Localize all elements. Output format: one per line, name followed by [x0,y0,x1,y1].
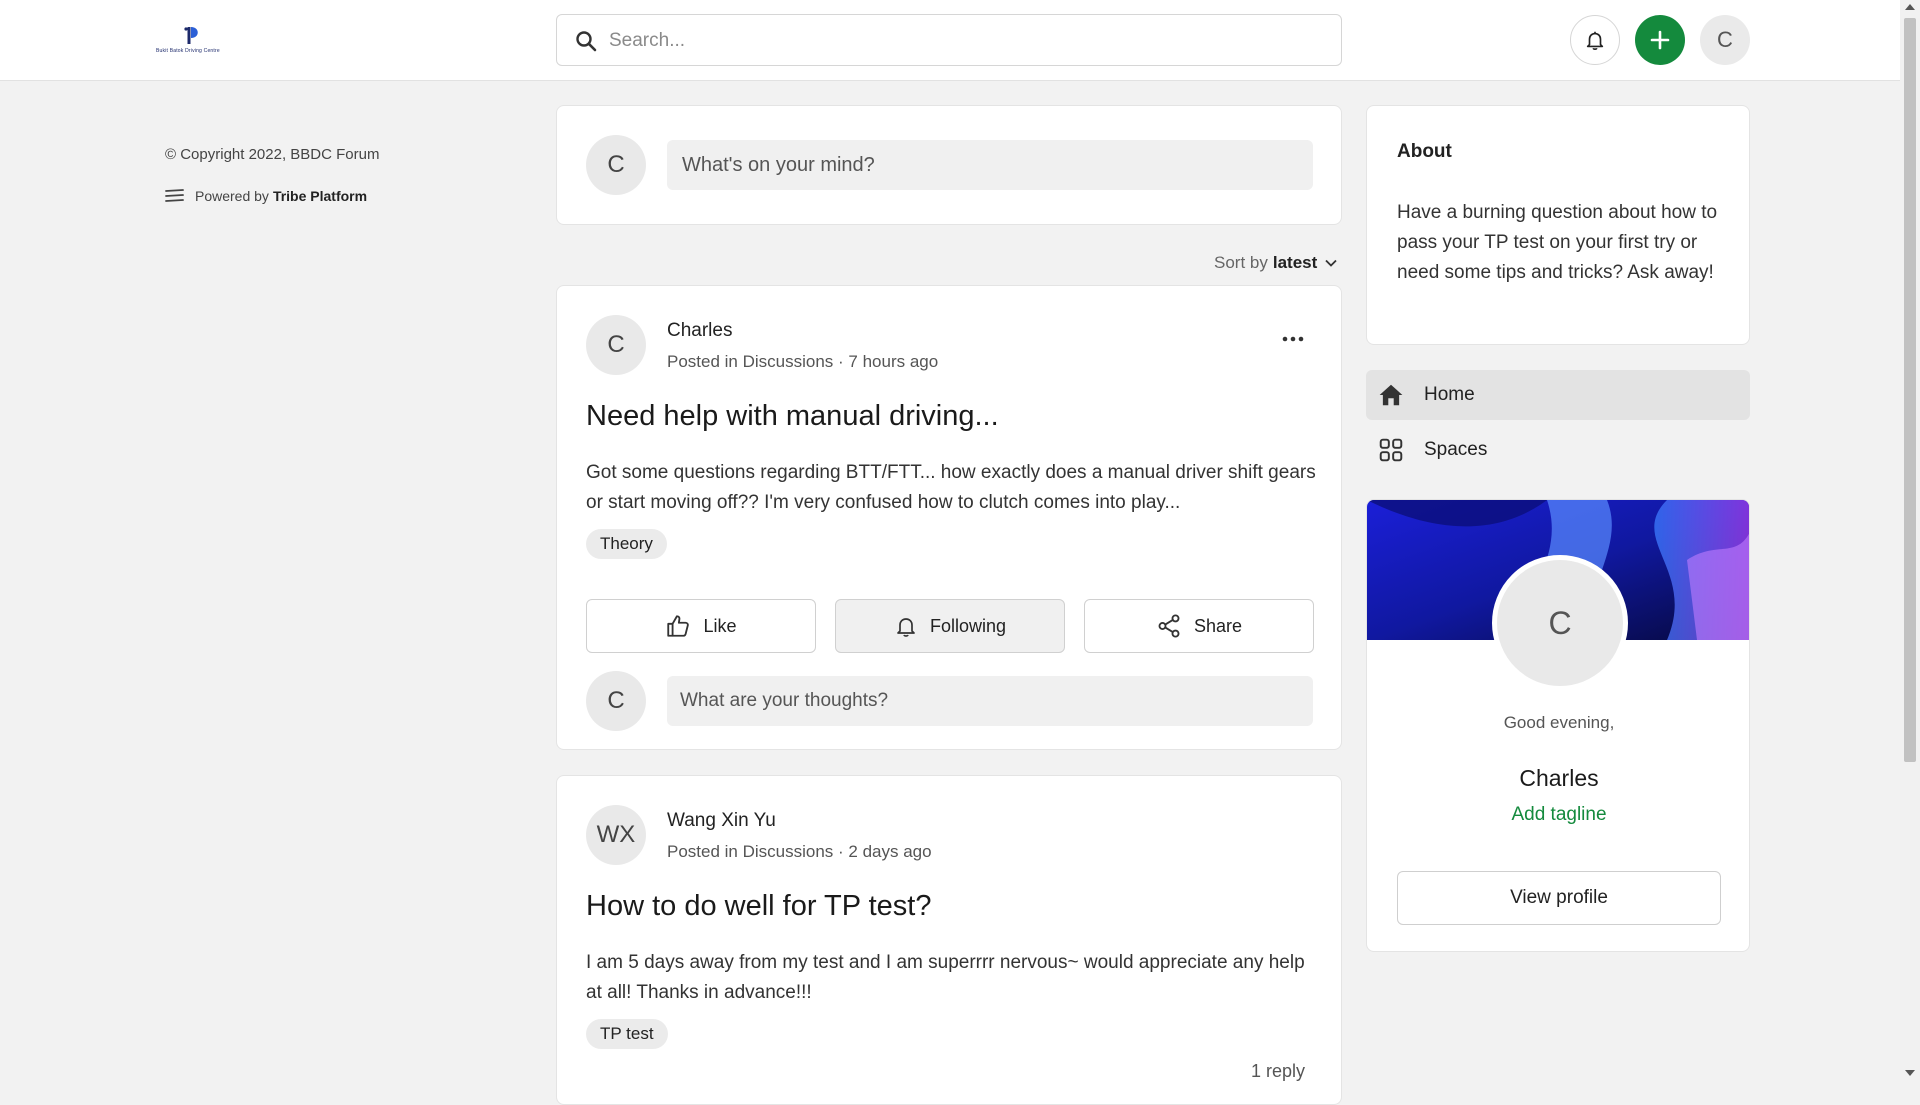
greeting-text: Good evening, [1503,713,1615,732]
grid-icon [1379,438,1403,462]
view-profile-button[interactable]: View profile [1397,871,1721,925]
scroll-up-arrow-icon[interactable] [1905,4,1915,10]
bell-icon [897,618,915,637]
author-avatar[interactable]: C [586,315,646,375]
post-author[interactable]: Wang Xin Yu [667,810,776,832]
like-button[interactable]: Like [586,599,816,653]
scrollbar-thumb[interactable] [1904,18,1916,762]
post-title[interactable]: Need help with manual driving... [586,400,999,433]
about-text: Have a burning question about how to pas… [1397,202,1718,283]
share-label: Share [1193,615,1243,636]
top-navbar: Bukit Batok Driving Centre C [0,0,1900,81]
share-icon [1158,614,1180,638]
sort-value: latest [1272,253,1318,272]
nav-spaces-label: Spaces [1424,439,1488,460]
post-body: Got some questions regarding BTT/FTT... … [586,462,1316,513]
search-box[interactable] [556,14,1342,66]
sort-label: Sort by [1214,253,1268,272]
user-menu-avatar[interactable]: C [1700,15,1750,65]
home-icon [1379,384,1403,406]
powered-by-brand[interactable]: Tribe Platform [273,188,367,204]
post-tag[interactable]: TP test [586,1019,668,1049]
site-logo[interactable]: Bukit Batok Driving Centre [156,22,226,58]
post-meta: Posted in Discussions · 2 days ago [667,842,932,861]
logo-text: Bukit Batok Driving Centre [156,48,220,54]
following-button[interactable]: Following [835,599,1065,653]
share-button[interactable]: Share [1084,599,1314,653]
following-label: Following [929,615,1007,636]
page-scrollbar[interactable] [1900,0,1920,1080]
profile-card: C Good evening, Charles Add tagline View… [1366,499,1750,952]
comment-avatar: C [586,671,646,731]
nav-item-home[interactable]: Home [1366,370,1750,420]
about-card: About Have a burning question about how … [1366,105,1750,345]
comment-input[interactable]: What are your thoughts? [667,676,1313,726]
post-title[interactable]: How to do well for TP test? [586,890,931,923]
thumbs-up-icon [667,615,690,637]
post-meta: Posted in Discussions · 7 hours ago [667,352,939,371]
author-avatar[interactable]: WX [586,805,646,865]
post-tag[interactable]: Theory [586,529,667,559]
chevron-down-icon [1325,259,1337,267]
post-author[interactable]: Charles [667,320,732,342]
search-input[interactable] [607,25,1311,57]
plus-icon [1650,30,1670,50]
profile-avatar[interactable]: C [1492,555,1628,691]
copyright-text: © Copyright 2022, BBDC Forum [165,146,380,163]
like-label: Like [703,615,737,636]
nav-home-label: Home [1424,384,1475,405]
powered-by[interactable]: Powered by Tribe Platform [165,188,367,204]
composer-input[interactable]: What's on your mind? [667,140,1313,190]
bell-icon [1586,31,1604,50]
reply-count[interactable]: 1 reply [1251,1061,1305,1082]
create-post-button[interactable] [1635,15,1685,65]
sort-dropdown[interactable]: Sort by latest [1214,253,1337,273]
tribe-logo-icon [165,189,184,202]
more-options-icon[interactable] [1282,336,1304,342]
post-composer: C What's on your mind? [556,105,1342,225]
post-card: C Charles Posted in Discussions · 7 hour… [556,285,1342,750]
add-tagline-link[interactable]: Add tagline [1367,804,1749,826]
search-icon [576,31,597,52]
nav-item-spaces[interactable]: Spaces [1366,425,1750,475]
scroll-down-arrow-icon[interactable] [1905,1070,1915,1076]
powered-by-label: Powered by [195,188,269,204]
logo-mark-icon [184,27,198,44]
profile-name: Charles [1519,765,1599,791]
notifications-button[interactable] [1570,15,1620,65]
composer-avatar[interactable]: C [586,135,646,195]
post-body: I am 5 days away from my test and I am s… [586,952,1305,1003]
post-card: WX Wang Xin Yu Posted in Discussions · 2… [556,775,1342,1105]
about-heading: About [1397,141,1452,162]
